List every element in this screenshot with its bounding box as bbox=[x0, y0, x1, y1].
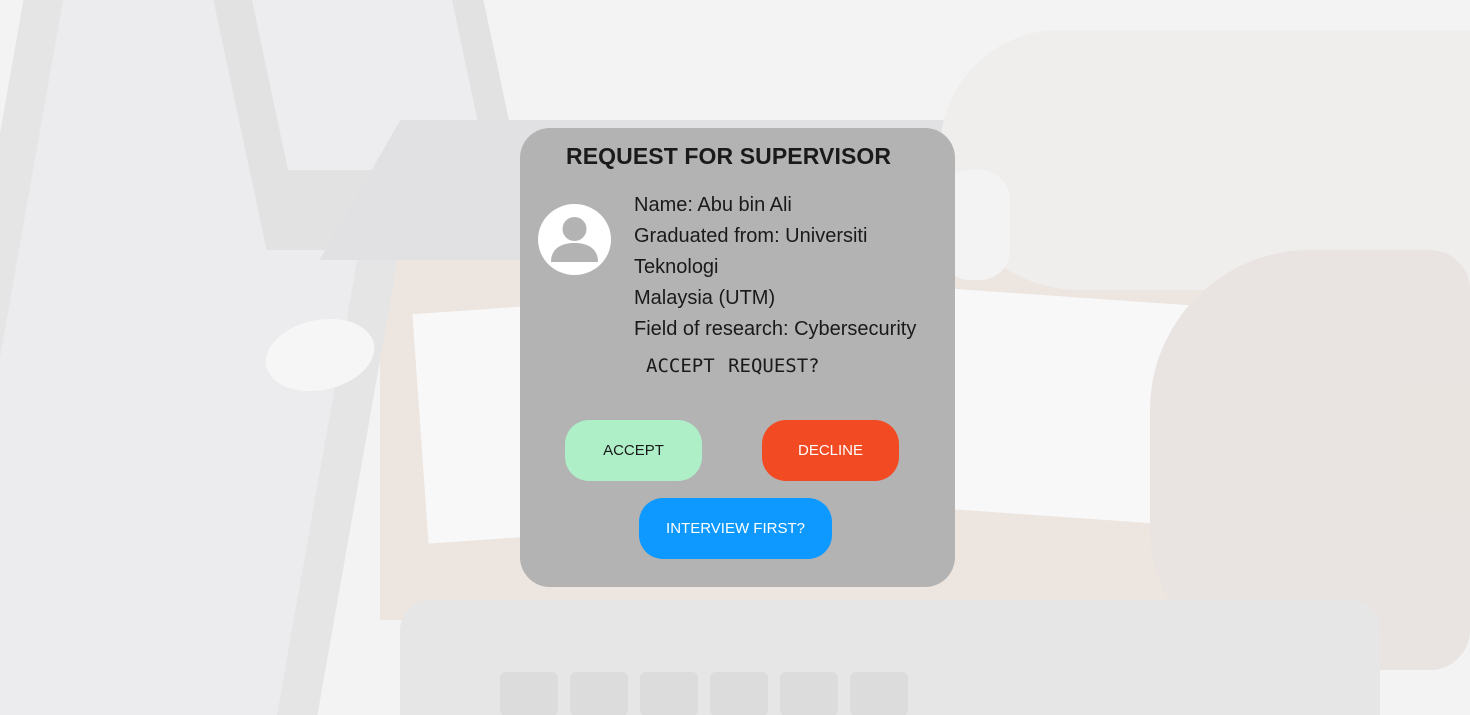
screen: REQUEST FOR SUPERVISOR Name: Abu bin Ali… bbox=[0, 0, 1470, 715]
decline-button[interactable]: DECLINE bbox=[762, 420, 899, 481]
supervisor-request-dialog: REQUEST FOR SUPERVISOR Name: Abu bin Ali… bbox=[520, 128, 955, 587]
info-graduated-from-cont: Teknologi bbox=[634, 256, 719, 278]
requester-info: Name: Abu bin Ali Graduated from: Univer… bbox=[634, 190, 954, 345]
info-field-of-research: Field of research: Cybersecurity bbox=[634, 318, 917, 340]
dialog-title: REQUEST FOR SUPERVISOR bbox=[566, 143, 892, 169]
info-graduated-from-cont2: Malaysia (UTM) bbox=[634, 287, 776, 309]
info-name: Name: Abu bin Ali bbox=[634, 194, 792, 216]
accept-request-question: ACCEPT REQUEST? bbox=[646, 355, 820, 377]
user-avatar-icon bbox=[538, 204, 611, 275]
accept-button[interactable]: ACCEPT bbox=[565, 420, 702, 481]
info-graduated-from: Graduated from: Universiti bbox=[634, 225, 868, 247]
interview-first-button[interactable]: INTERVIEW FIRST? bbox=[639, 498, 832, 559]
